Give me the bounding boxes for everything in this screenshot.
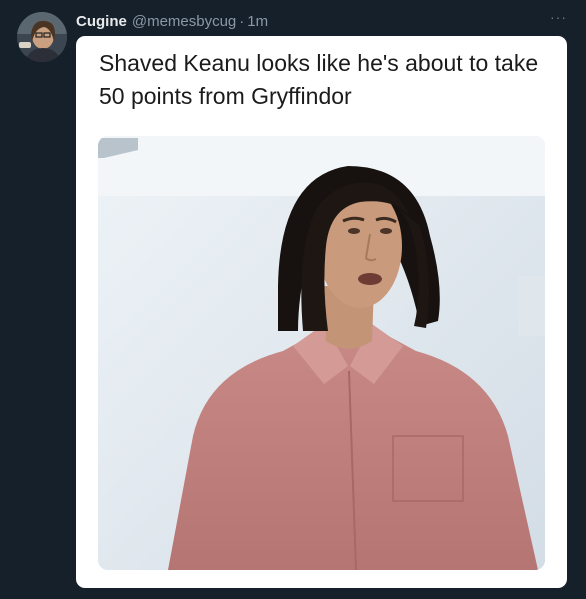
tweet: Cugine @memesbycug · 1m ··· Shaved Keanu… (0, 0, 586, 599)
meme-card: Shaved Keanu looks like he's about to ta… (76, 36, 567, 588)
more-icon[interactable]: ··· (550, 9, 567, 25)
author-handle[interactable]: @memesbycug (132, 13, 236, 30)
user-avatar-icon (17, 12, 67, 62)
tweet-header: Cugine @memesbycug · 1m (76, 11, 268, 31)
avatar[interactable] (17, 12, 67, 62)
tweet-timestamp[interactable]: 1m (247, 13, 268, 30)
separator-dot: · (239, 12, 245, 30)
meme-photo[interactable] (98, 136, 545, 570)
author-display-name[interactable]: Cugine (76, 13, 127, 30)
meme-caption: Shaved Keanu looks like he's about to ta… (99, 50, 539, 109)
meme-photo-image (98, 136, 545, 570)
